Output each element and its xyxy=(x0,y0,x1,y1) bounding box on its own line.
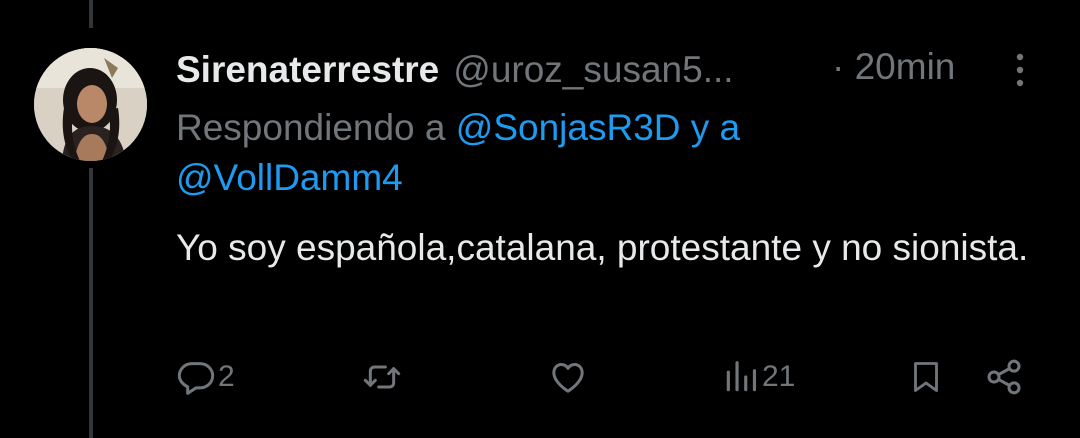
tweet-text: Yo soy española,catalana, protestante y … xyxy=(176,227,1029,268)
more-options-button[interactable] xyxy=(1004,50,1036,90)
heart-icon xyxy=(552,363,584,393)
share-button[interactable] xyxy=(984,352,1024,402)
mention-joiner[interactable]: y a xyxy=(681,107,740,148)
retweet-button[interactable] xyxy=(361,352,405,402)
thread-line-bottom xyxy=(89,168,93,438)
replying-prefix: Respondiendo a xyxy=(176,107,456,148)
display-name[interactable]: Sirenaterrestre xyxy=(176,49,439,91)
user-handle[interactable]: @uroz_susan5... xyxy=(453,49,733,91)
avatar-photo xyxy=(34,48,147,161)
bookmark-button[interactable] xyxy=(908,352,944,402)
thread-line-top xyxy=(89,0,93,28)
views-button[interactable]: 21 xyxy=(722,352,795,402)
reply-bubble-icon xyxy=(177,362,215,395)
share-icon xyxy=(987,359,1021,395)
mention-sonjasr3d[interactable]: @SonjasR3D xyxy=(456,107,681,148)
replying-to: Respondiendo a @SonjasR3D y a @VollDamm4 xyxy=(176,103,1036,203)
views-count: 21 xyxy=(762,360,796,393)
bookmark-icon xyxy=(914,362,938,392)
retweet-icon xyxy=(363,365,401,389)
avatar[interactable] xyxy=(34,48,147,161)
action-bar: 2 21 xyxy=(176,352,1036,402)
reply-count: 2 xyxy=(218,360,235,393)
mention-volldamm4[interactable]: @VollDamm4 xyxy=(176,157,403,198)
views-bar-chart-icon xyxy=(726,361,757,392)
timestamp[interactable]: · 20min xyxy=(832,46,955,88)
tweet-header: Sirenaterrestre @uroz_susan5... · 20min xyxy=(176,46,1040,94)
reply-button[interactable]: 2 xyxy=(176,352,235,402)
like-button[interactable] xyxy=(548,352,590,402)
more-vertical-icon xyxy=(1016,53,1024,87)
